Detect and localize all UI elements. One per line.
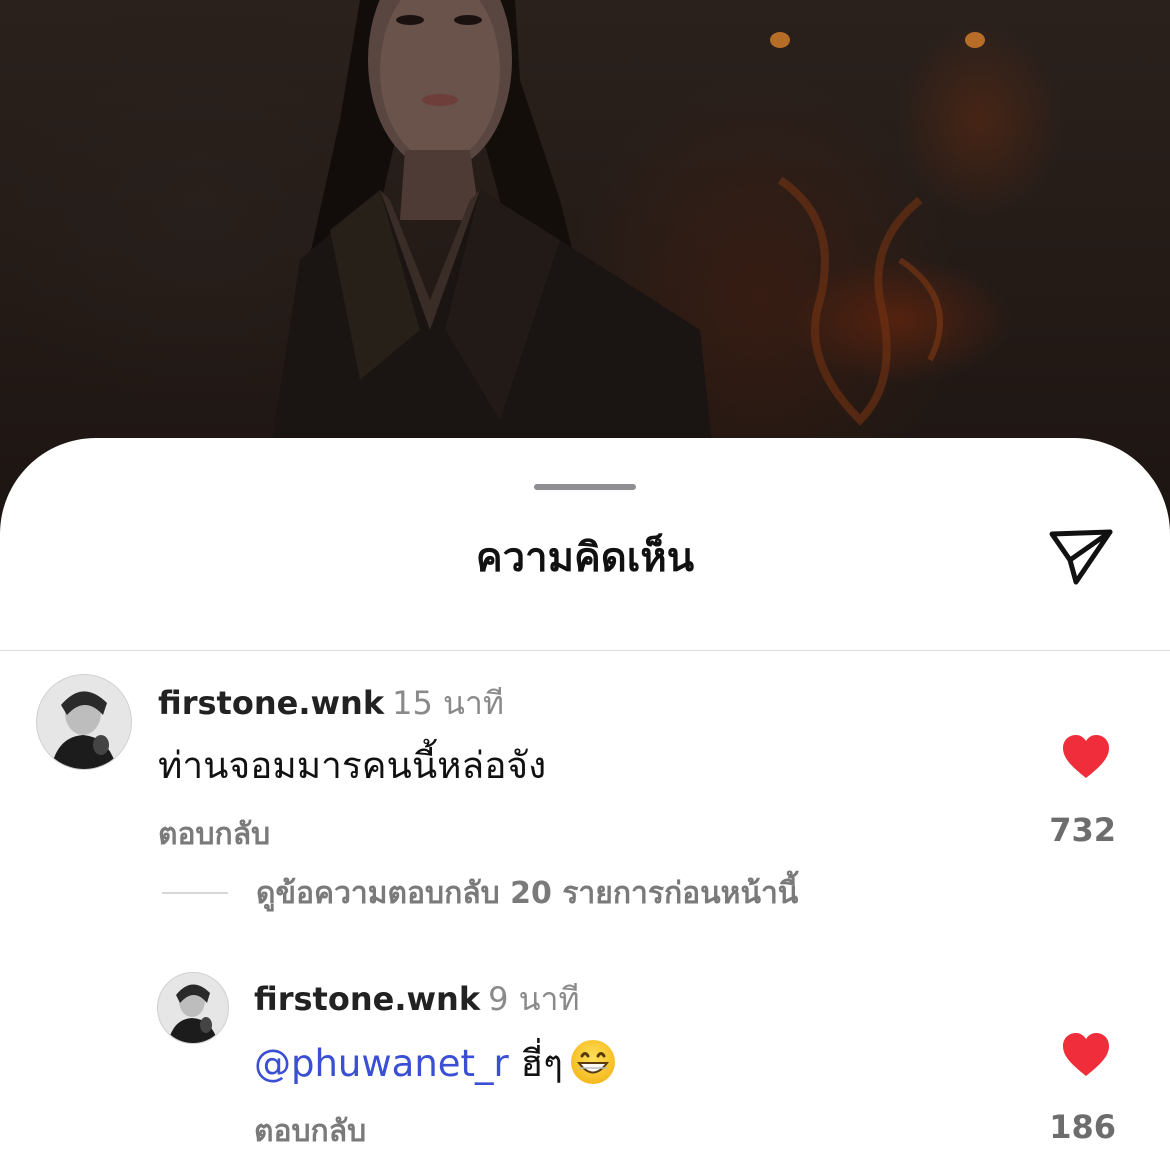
replies-connector-line	[162, 892, 228, 894]
comment-username[interactable]: firstone.wnk 15 นาที	[158, 683, 504, 723]
heart-icon[interactable]	[1061, 1032, 1111, 1078]
screen: ความคิดเห็น firstone.wnk 15 นาที ท่านจอมม…	[0, 0, 1170, 1164]
mention-link[interactable]: @phuwanet_r	[254, 1042, 509, 1085]
comments-sheet: ความคิดเห็น firstone.wnk 15 นาที ท่านจอมม…	[0, 438, 1170, 1164]
reply-time: 9 นาที	[488, 980, 580, 1018]
grinning-face-emoji	[569, 1038, 617, 1098]
reply-text: @phuwanet_r ฮี่ๆ	[254, 1038, 617, 1098]
send-icon	[1049, 529, 1113, 585]
reply-avatar[interactable]	[157, 972, 229, 1044]
share-button[interactable]	[1044, 522, 1120, 592]
avatar[interactable]	[36, 674, 132, 770]
like-count: 186	[1049, 1108, 1116, 1146]
view-replies-label[interactable]: ดูข้อความตอบกลับ 20 รายการก่อนหน้านี้	[256, 874, 798, 914]
reply-button[interactable]: ตอบกลับ	[158, 815, 270, 855]
reply-username[interactable]: firstone.wnk 9 นาที	[254, 979, 580, 1019]
reply-username-text[interactable]: firstone.wnk	[254, 980, 480, 1018]
sheet-title: ความคิดเห็น	[475, 535, 695, 581]
reply-text-body: ฮี่ๆ	[520, 1042, 563, 1085]
comment-text: ท่านจอมมารคนนี้หล่อจัง	[158, 744, 547, 787]
heart-icon[interactable]	[1061, 734, 1111, 780]
comment-time: 15 นาที	[392, 684, 504, 722]
sheet-grabber[interactable]	[534, 484, 636, 490]
avatar-image	[37, 675, 131, 769]
reply-button[interactable]: ตอบกลับ	[254, 1112, 366, 1152]
like-count: 732	[1049, 811, 1116, 849]
comment-username-text[interactable]: firstone.wnk	[158, 684, 384, 722]
header-divider	[0, 650, 1170, 651]
avatar-image	[158, 973, 228, 1043]
